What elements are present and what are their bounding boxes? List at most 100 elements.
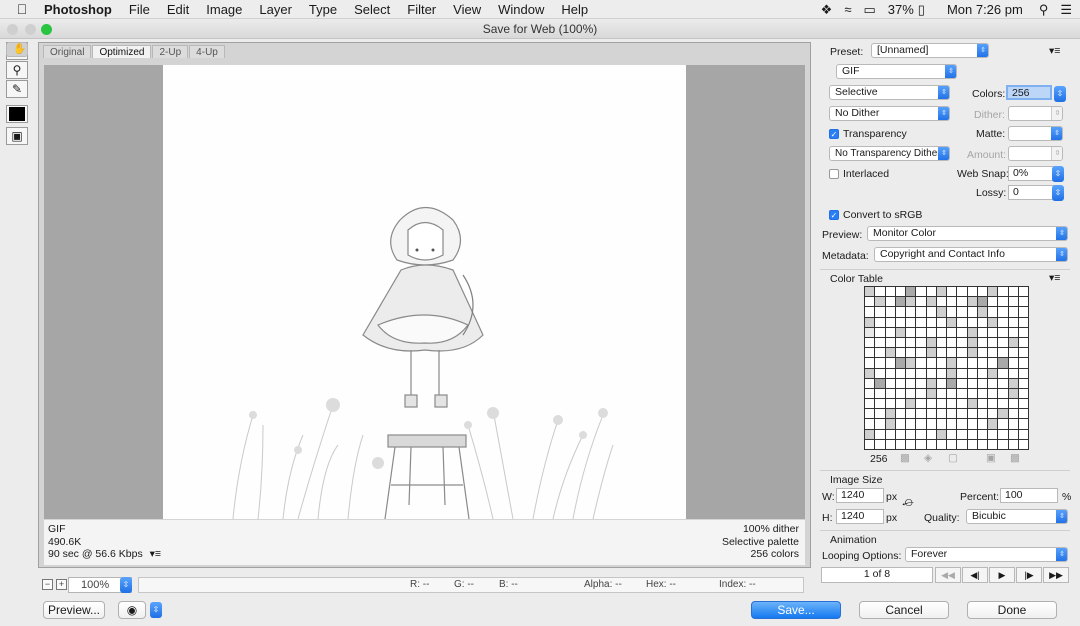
dropbox-icon[interactable]: ❖ — [821, 2, 833, 18]
color-swatch[interactable] — [988, 307, 998, 317]
color-swatch[interactable] — [947, 419, 957, 429]
color-swatch[interactable] — [875, 358, 885, 368]
zoom-out-icon[interactable]: − — [42, 579, 53, 590]
color-swatch[interactable] — [967, 378, 977, 388]
height-field[interactable]: 1240 — [836, 509, 884, 524]
color-swatch[interactable] — [895, 429, 905, 439]
apple-icon[interactable]:  — [0, 1, 44, 17]
color-swatch[interactable] — [875, 317, 885, 327]
color-swatch[interactable] — [926, 368, 936, 378]
map-to-transparent-icon[interactable]: ▩ — [900, 452, 910, 464]
airplay-icon[interactable]: ▭ — [863, 2, 875, 18]
color-swatch[interactable] — [906, 368, 916, 378]
tab-original[interactable]: Original — [43, 45, 92, 58]
first-frame-button[interactable]: ◀◀ — [935, 567, 961, 583]
web-shift-icon[interactable]: ◈ — [924, 452, 932, 464]
color-swatch[interactable] — [926, 429, 936, 439]
convert-srgb-checkbox[interactable]: ✓ — [829, 210, 839, 220]
web-snap-field[interactable]: 0% — [1008, 166, 1054, 181]
color-swatch[interactable] — [957, 368, 967, 378]
color-swatch[interactable] — [916, 409, 926, 419]
file-format-select[interactable]: GIF ⇳ — [836, 64, 957, 79]
color-swatch[interactable] — [885, 317, 895, 327]
interlaced-checkbox[interactable] — [829, 169, 839, 179]
spotlight-icon[interactable]: ⚲ — [1039, 2, 1049, 18]
color-swatch[interactable] — [865, 317, 875, 327]
color-swatch[interactable] — [998, 388, 1008, 399]
color-swatch[interactable] — [1018, 378, 1028, 388]
cancel-button[interactable]: Cancel — [859, 601, 949, 619]
color-table-menu-icon[interactable]: ▾≡ — [1049, 272, 1060, 284]
color-swatch[interactable] — [865, 378, 875, 388]
color-swatch[interactable] — [885, 287, 895, 297]
quality-select[interactable]: Bicubic ⇳ — [966, 509, 1068, 524]
color-swatch[interactable] — [926, 419, 936, 429]
color-swatch[interactable] — [977, 378, 987, 388]
color-swatch[interactable] — [957, 358, 967, 368]
color-swatch[interactable] — [957, 297, 967, 307]
color-swatch[interactable] — [895, 287, 905, 297]
color-swatch[interactable] — [1018, 337, 1028, 348]
clock[interactable]: Mon 7:26 pm — [947, 2, 1023, 17]
color-swatch[interactable] — [885, 327, 895, 337]
color-swatch[interactable] — [977, 419, 987, 429]
color-swatch[interactable] — [977, 409, 987, 419]
color-swatch[interactable] — [895, 317, 905, 327]
color-swatch[interactable] — [1018, 399, 1028, 409]
hand-tool-icon[interactable]: ✋ — [6, 42, 28, 57]
color-swatch[interactable] — [957, 287, 967, 297]
color-swatch[interactable] — [926, 409, 936, 419]
color-swatch[interactable] — [895, 358, 905, 368]
color-swatch[interactable] — [1008, 409, 1018, 419]
color-swatch[interactable] — [875, 378, 885, 388]
width-field[interactable]: 1240 — [836, 488, 884, 503]
percent-field[interactable]: 100 — [1000, 488, 1058, 503]
lossy-field[interactable]: 0 — [1008, 185, 1054, 200]
color-swatch[interactable] — [916, 358, 926, 368]
color-swatch[interactable] — [875, 409, 885, 419]
color-swatch[interactable] — [977, 297, 987, 307]
preset-select[interactable]: [Unnamed] ⇳ — [871, 43, 989, 58]
color-swatch[interactable] — [1008, 348, 1018, 358]
color-swatch[interactable] — [947, 409, 957, 419]
color-swatch[interactable] — [916, 348, 926, 358]
color-swatch[interactable] — [967, 439, 977, 449]
color-swatch[interactable] — [865, 358, 875, 368]
browser-select-stepper[interactable]: ⇳ — [150, 602, 162, 618]
color-swatch[interactable] — [988, 368, 998, 378]
color-swatch[interactable] — [916, 429, 926, 439]
color-swatch[interactable] — [875, 439, 885, 449]
color-swatch[interactable] — [936, 317, 946, 327]
done-button[interactable]: Done — [967, 601, 1057, 619]
color-swatch[interactable] — [885, 429, 895, 439]
color-swatch[interactable] — [998, 368, 1008, 378]
color-swatch[interactable] — [967, 399, 977, 409]
transparency-dither-select[interactable]: No Transparency Dither ⇳ — [829, 146, 950, 161]
menu-filter[interactable]: Filter — [407, 2, 436, 17]
color-swatch[interactable] — [967, 337, 977, 348]
color-swatch[interactable] — [875, 399, 885, 409]
color-swatch[interactable] — [947, 317, 957, 327]
zoom-in-icon[interactable]: + — [56, 579, 67, 590]
color-swatch[interactable] — [906, 419, 916, 429]
color-swatch[interactable] — [906, 348, 916, 358]
color-swatch[interactable] — [1008, 439, 1018, 449]
color-table-grid[interactable] — [864, 286, 1029, 450]
color-swatch[interactable] — [906, 317, 916, 327]
color-swatch[interactable] — [916, 307, 926, 317]
color-swatch[interactable] — [916, 419, 926, 429]
color-swatch[interactable] — [947, 378, 957, 388]
color-swatch[interactable] — [967, 287, 977, 297]
color-swatch[interactable] — [936, 409, 946, 419]
last-frame-button[interactable]: ▶▶ — [1043, 567, 1069, 583]
color-swatch[interactable] — [1008, 358, 1018, 368]
color-swatch[interactable] — [967, 388, 977, 399]
color-swatch[interactable] — [895, 439, 905, 449]
color-swatch[interactable] — [957, 307, 967, 317]
lock-color-icon[interactable]: ▢ — [948, 452, 958, 464]
color-swatch[interactable] — [926, 337, 936, 348]
color-swatch[interactable] — [936, 368, 946, 378]
color-swatch[interactable] — [906, 388, 916, 399]
color-swatch[interactable] — [967, 419, 977, 429]
menu-edit[interactable]: Edit — [167, 2, 189, 17]
